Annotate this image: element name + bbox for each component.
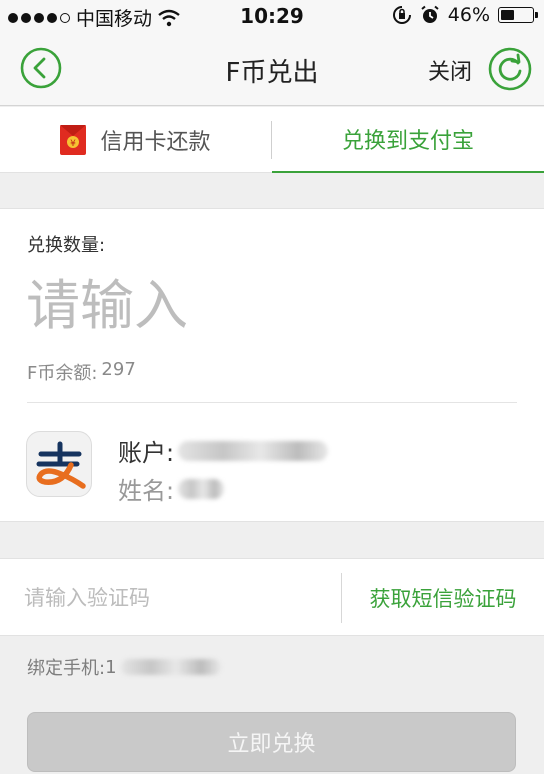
verification-code-input[interactable] — [24, 581, 324, 615]
get-sms-code-button[interactable]: 获取短信验证码 — [342, 559, 544, 637]
verify-row: 获取短信验证码 — [0, 558, 544, 636]
alarm-icon — [421, 5, 439, 23]
exchange-now-button[interactable]: 立即兑换 — [27, 712, 516, 772]
battery-icon — [498, 7, 538, 23]
battery-percent: 46% — [447, 4, 490, 26]
close-button[interactable]: 关闭 — [428, 54, 472, 86]
divider — [27, 402, 517, 403]
battery-fill — [501, 10, 515, 20]
exchange-card: 兑换数量: F币余额: 297 账户: 姓名: — [0, 208, 544, 522]
phone-redacted — [120, 659, 221, 675]
amount-input[interactable] — [26, 269, 506, 341]
name-redacted — [178, 478, 225, 499]
refresh-circle-icon[interactable] — [488, 47, 532, 91]
account-label: 账户: — [118, 439, 175, 467]
balance-label: F币余额: — [27, 363, 98, 384]
tab-exchange-to-alipay[interactable]: 兑换到支付宝 — [272, 107, 544, 173]
tab-credit-label: 信用卡还款 — [100, 130, 211, 155]
nav-bar: F币兑出 关闭 — [0, 32, 544, 106]
status-bar: 中国移动 10:29 46% — [0, 0, 544, 32]
status-right: 46% — [392, 4, 538, 26]
phone-label: 绑定手机: — [27, 658, 106, 679]
bound-phone-row: 绑定手机: 1 — [27, 654, 221, 680]
balance-row: F币余额: 297 — [27, 359, 136, 385]
account-row: 账户: — [118, 433, 329, 468]
tab-bar: ¥ 信用卡还款 兑换到支付宝 — [0, 107, 544, 173]
amount-label: 兑换数量: — [27, 235, 106, 256]
svg-text:¥: ¥ — [71, 139, 77, 149]
phone-value: 1 — [105, 656, 117, 678]
name-row: 姓名: — [118, 471, 225, 506]
alipay-logo-icon — [26, 431, 92, 497]
tab-credit-card-repayment[interactable]: ¥ 信用卡还款 — [0, 107, 271, 173]
rotation-lock-icon — [392, 6, 411, 24]
account-redacted — [178, 440, 329, 461]
name-label: 姓名: — [118, 477, 175, 505]
balance-value: 297 — [101, 359, 136, 380]
tab-alipay-label: 兑换到支付宝 — [341, 129, 474, 154]
red-packet-icon: ¥ — [60, 125, 87, 155]
